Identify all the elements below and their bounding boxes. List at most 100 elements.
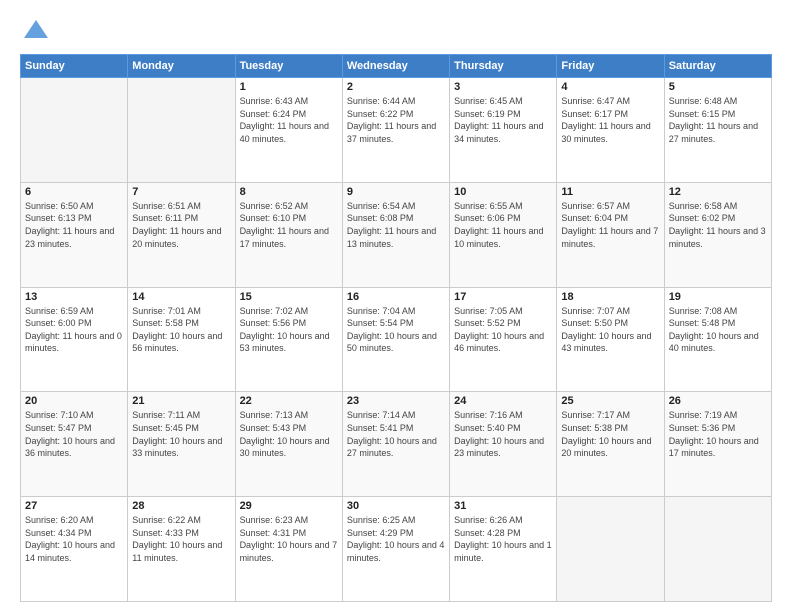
day-number: 28 [132, 500, 230, 512]
calendar-cell: 6 Sunrise: 6:50 AM Sunset: 6:13 PM Daylig… [21, 182, 128, 287]
day-number: 16 [347, 291, 445, 303]
calendar-cell: 9Sunrise: 6:54 AM Sunset: 6:08 PM Daylig… [342, 182, 449, 287]
day-info: Sunrise: 6:50 AM Sunset: 6:13 PM Dayligh… [25, 200, 123, 250]
header [20, 16, 772, 44]
day-info: Sunrise: 6:47 AM Sunset: 6:17 PM Dayligh… [561, 95, 659, 145]
calendar-cell: 16 Sunrise: 7:04 AM Sunset: 5:54 PM Dayli… [342, 287, 449, 392]
day-number: 24 [454, 395, 552, 407]
day-info: Sunrise: 7:02 AM Sunset: 5:56 PM Dayligh… [240, 305, 338, 355]
day-number: 17 [454, 291, 552, 303]
calendar-cell: 26 Sunrise: 7:19 AM Sunset: 5:36 PM Dayli… [664, 392, 771, 497]
day-info: Sunrise: 6:51 AM Sunset: 6:11 PM Dayligh… [132, 200, 230, 250]
calendar-cell: 13Sunrise: 6:59 AM Sunset: 6:00 PM Dayli… [21, 287, 128, 392]
weekday-header-wednesday: Wednesday [342, 55, 449, 78]
day-info: Sunrise: 7:19 AM Sunset: 5:36 PM Dayligh… [669, 409, 767, 459]
day-number: 18 [561, 291, 659, 303]
calendar-table: SundayMondayTuesdayWednesdayThursdayFrid… [20, 54, 772, 602]
calendar-cell: 10 Sunrise: 6:55 AM Sunset: 6:06 PM Dayli… [450, 182, 557, 287]
weekday-header-saturday: Saturday [664, 55, 771, 78]
calendar-cell: 19 Sunrise: 7:08 AM Sunset: 5:48 PM Dayli… [664, 287, 771, 392]
day-number: 21 [132, 395, 230, 407]
day-info: Sunrise: 7:17 AM Sunset: 5:38 PM Dayligh… [561, 409, 659, 459]
calendar-cell: 14 Sunrise: 7:01 AM Sunset: 5:58 PM Dayli… [128, 287, 235, 392]
day-info: Sunrise: 7:07 AM Sunset: 5:50 PM Dayligh… [561, 305, 659, 355]
day-info: Sunrise: 6:25 AM Sunset: 4:29 PM Dayligh… [347, 514, 445, 564]
day-info: Sunrise: 6:48 AM Sunset: 6:15 PM Dayligh… [669, 95, 767, 145]
calendar-cell: 11 Sunrise: 6:57 AM Sunset: 6:04 PM Dayli… [557, 182, 664, 287]
day-info: Sunrise: 6:22 AM Sunset: 4:33 PM Dayligh… [132, 514, 230, 564]
day-number: 30 [347, 500, 445, 512]
calendar-cell [664, 497, 771, 602]
day-info: Sunrise: 7:13 AM Sunset: 5:43 PM Dayligh… [240, 409, 338, 459]
calendar-cell: 22Sunrise: 7:13 AM Sunset: 5:43 PM Dayli… [235, 392, 342, 497]
calendar-cell: 20 Sunrise: 7:10 AM Sunset: 5:47 PM Dayli… [21, 392, 128, 497]
calendar-cell: 21 Sunrise: 7:11 AM Sunset: 5:45 PM Dayli… [128, 392, 235, 497]
day-number: 6 [25, 186, 123, 198]
day-info: Sunrise: 7:01 AM Sunset: 5:58 PM Dayligh… [132, 305, 230, 355]
day-number: 27 [25, 500, 123, 512]
logo-icon [22, 16, 50, 44]
calendar-week-row: 6 Sunrise: 6:50 AM Sunset: 6:13 PM Daylig… [21, 182, 772, 287]
day-info: Sunrise: 7:04 AM Sunset: 5:54 PM Dayligh… [347, 305, 445, 355]
day-number: 20 [25, 395, 123, 407]
day-number: 14 [132, 291, 230, 303]
day-info: Sunrise: 7:05 AM Sunset: 5:52 PM Dayligh… [454, 305, 552, 355]
calendar-cell [128, 78, 235, 183]
calendar-cell [557, 497, 664, 602]
calendar-week-row: 13Sunrise: 6:59 AM Sunset: 6:00 PM Dayli… [21, 287, 772, 392]
day-number: 11 [561, 186, 659, 198]
day-number: 7 [132, 186, 230, 198]
day-number: 23 [347, 395, 445, 407]
weekday-header-thursday: Thursday [450, 55, 557, 78]
calendar-cell: 29Sunrise: 6:23 AM Sunset: 4:31 PM Dayli… [235, 497, 342, 602]
day-info: Sunrise: 6:55 AM Sunset: 6:06 PM Dayligh… [454, 200, 552, 250]
calendar-cell: 7 Sunrise: 6:51 AM Sunset: 6:11 PM Daylig… [128, 182, 235, 287]
calendar-cell: 28 Sunrise: 6:22 AM Sunset: 4:33 PM Dayli… [128, 497, 235, 602]
day-info: Sunrise: 6:57 AM Sunset: 6:04 PM Dayligh… [561, 200, 659, 250]
calendar-cell: 23 Sunrise: 7:14 AM Sunset: 5:41 PM Dayli… [342, 392, 449, 497]
day-number: 10 [454, 186, 552, 198]
day-number: 31 [454, 500, 552, 512]
day-info: Sunrise: 7:10 AM Sunset: 5:47 PM Dayligh… [25, 409, 123, 459]
weekday-header-friday: Friday [557, 55, 664, 78]
weekday-header-sunday: Sunday [21, 55, 128, 78]
day-number: 26 [669, 395, 767, 407]
day-number: 12 [669, 186, 767, 198]
calendar-cell: 27Sunrise: 6:20 AM Sunset: 4:34 PM Dayli… [21, 497, 128, 602]
day-info: Sunrise: 7:14 AM Sunset: 5:41 PM Dayligh… [347, 409, 445, 459]
day-number: 25 [561, 395, 659, 407]
day-info: Sunrise: 6:59 AM Sunset: 6:00 PM Dayligh… [25, 305, 123, 355]
day-number: 8 [240, 186, 338, 198]
day-info: Sunrise: 7:08 AM Sunset: 5:48 PM Dayligh… [669, 305, 767, 355]
calendar-cell: 25 Sunrise: 7:17 AM Sunset: 5:38 PM Dayli… [557, 392, 664, 497]
calendar-cell: 31Sunrise: 6:26 AM Sunset: 4:28 PM Dayli… [450, 497, 557, 602]
calendar-week-row: 1 Sunrise: 6:43 AM Sunset: 6:24 PM Daylig… [21, 78, 772, 183]
day-info: Sunrise: 6:44 AM Sunset: 6:22 PM Dayligh… [347, 95, 445, 145]
day-info: Sunrise: 6:45 AM Sunset: 6:19 PM Dayligh… [454, 95, 552, 145]
weekday-header-tuesday: Tuesday [235, 55, 342, 78]
calendar-cell: 17 Sunrise: 7:05 AM Sunset: 5:52 PM Dayli… [450, 287, 557, 392]
day-number: 1 [240, 81, 338, 93]
calendar-cell: 18 Sunrise: 7:07 AM Sunset: 5:50 PM Dayli… [557, 287, 664, 392]
day-info: Sunrise: 6:52 AM Sunset: 6:10 PM Dayligh… [240, 200, 338, 250]
calendar-cell: 2Sunrise: 6:44 AM Sunset: 6:22 PM Daylig… [342, 78, 449, 183]
calendar-cell: 12 Sunrise: 6:58 AM Sunset: 6:02 PM Dayli… [664, 182, 771, 287]
calendar-cell: 5 Sunrise: 6:48 AM Sunset: 6:15 PM Daylig… [664, 78, 771, 183]
day-number: 29 [240, 500, 338, 512]
calendar-cell: 24 Sunrise: 7:16 AM Sunset: 5:40 PM Dayli… [450, 392, 557, 497]
day-number: 3 [454, 81, 552, 93]
day-info: Sunrise: 7:11 AM Sunset: 5:45 PM Dayligh… [132, 409, 230, 459]
day-number: 4 [561, 81, 659, 93]
day-info: Sunrise: 6:54 AM Sunset: 6:08 PM Dayligh… [347, 200, 445, 250]
day-number: 5 [669, 81, 767, 93]
day-info: Sunrise: 6:58 AM Sunset: 6:02 PM Dayligh… [669, 200, 767, 250]
calendar-cell: 8 Sunrise: 6:52 AM Sunset: 6:10 PM Daylig… [235, 182, 342, 287]
calendar-cell: 4 Sunrise: 6:47 AM Sunset: 6:17 PM Daylig… [557, 78, 664, 183]
calendar-cell: 30 Sunrise: 6:25 AM Sunset: 4:29 PM Dayli… [342, 497, 449, 602]
day-info: Sunrise: 7:16 AM Sunset: 5:40 PM Dayligh… [454, 409, 552, 459]
day-number: 19 [669, 291, 767, 303]
day-info: Sunrise: 6:43 AM Sunset: 6:24 PM Dayligh… [240, 95, 338, 145]
day-number: 15 [240, 291, 338, 303]
page: SundayMondayTuesdayWednesdayThursdayFrid… [0, 0, 792, 612]
calendar-week-row: 27Sunrise: 6:20 AM Sunset: 4:34 PM Dayli… [21, 497, 772, 602]
